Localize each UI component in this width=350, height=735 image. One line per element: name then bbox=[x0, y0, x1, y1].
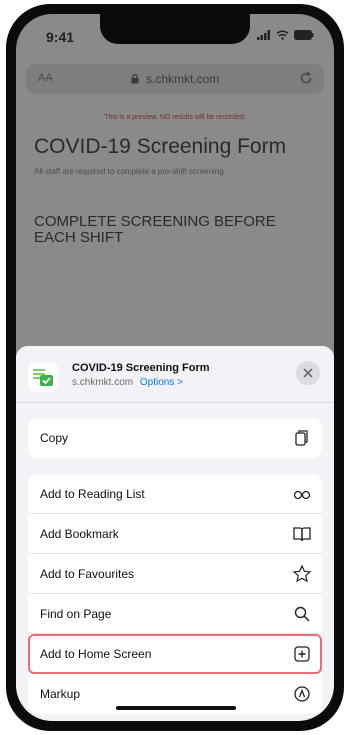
battery-icon bbox=[294, 30, 314, 40]
lock-icon bbox=[131, 73, 139, 84]
add-to-favourites-action[interactable]: Add to Favourites bbox=[28, 554, 322, 594]
search-icon bbox=[294, 606, 310, 622]
star-icon bbox=[292, 564, 312, 583]
close-button[interactable] bbox=[296, 361, 320, 385]
action-label: Add Bookmark bbox=[40, 527, 119, 541]
web-page: This is a preview. NO results will be re… bbox=[16, 114, 334, 246]
share-sheet-title: COVID-19 Screening Form bbox=[72, 362, 210, 374]
options-link[interactable]: Options > bbox=[140, 377, 183, 388]
home-indicator bbox=[116, 706, 236, 710]
signal-icon bbox=[257, 30, 270, 40]
copy-icon bbox=[295, 430, 308, 446]
actions-group: Add to Reading List Add Bookmark Add to … bbox=[28, 474, 322, 714]
phone-frame: 9:41 AA s.chkmkt.com This is a preview. … bbox=[6, 4, 344, 731]
action-label: Add to Favourites bbox=[40, 567, 135, 581]
site-icon bbox=[28, 362, 58, 392]
add-to-home-screen-action[interactable]: Add to Home Screen bbox=[28, 634, 322, 674]
page-heading: COMPLETE SCREENING BEFORE EACH SHIFT bbox=[34, 213, 276, 246]
notch bbox=[100, 14, 250, 44]
page-subtitle: All staff are required to complete a pre… bbox=[34, 167, 226, 176]
find-on-page-action[interactable]: Find on Page bbox=[28, 594, 322, 634]
share-sheet-subtitle: s.chkmkt.com Options > bbox=[72, 377, 183, 388]
share-sheet-domain: s.chkmkt.com bbox=[72, 377, 134, 388]
close-icon bbox=[303, 368, 313, 378]
action-label: Add to Home Screen bbox=[40, 647, 152, 661]
reload-icon[interactable] bbox=[298, 70, 314, 86]
book-icon bbox=[293, 527, 311, 542]
add-to-reading-list-action[interactable]: Add to Reading List bbox=[28, 474, 322, 514]
status-icons bbox=[257, 30, 314, 40]
screen: 9:41 AA s.chkmkt.com This is a preview. … bbox=[16, 14, 334, 721]
copy-action[interactable]: Copy bbox=[28, 418, 322, 458]
share-sheet-header: COVID-19 Screening Form s.chkmkt.com Opt… bbox=[16, 346, 334, 403]
page-title: COVID-19 Screening Form bbox=[34, 135, 287, 158]
action-label: Copy bbox=[40, 431, 69, 445]
url-text: s.chkmkt.com bbox=[146, 72, 220, 86]
markup-icon bbox=[294, 686, 310, 702]
wifi-icon bbox=[276, 30, 289, 40]
plus-square-icon bbox=[294, 646, 310, 662]
url-field[interactable]: s.chkmkt.com bbox=[26, 72, 324, 86]
action-label: Find on Page bbox=[40, 607, 112, 621]
glasses-icon bbox=[293, 490, 311, 500]
share-sheet: COVID-19 Screening Form s.chkmkt.com Opt… bbox=[16, 346, 334, 721]
address-bar[interactable]: AA s.chkmkt.com bbox=[26, 64, 324, 94]
action-label: Markup bbox=[40, 687, 81, 701]
action-label: Add to Reading List bbox=[40, 487, 145, 501]
preview-note: This is a preview. NO results will be re… bbox=[104, 114, 246, 121]
add-bookmark-action[interactable]: Add Bookmark bbox=[28, 514, 322, 554]
copy-group: Copy bbox=[28, 418, 322, 458]
status-time: 9:41 bbox=[46, 29, 75, 45]
